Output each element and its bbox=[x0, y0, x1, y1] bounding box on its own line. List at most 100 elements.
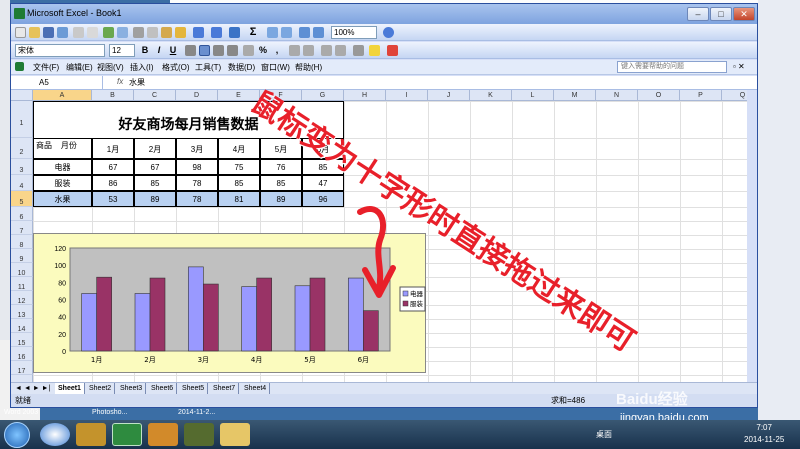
row-header[interactable]: 4 bbox=[11, 175, 33, 191]
row-header[interactable]: 11 bbox=[11, 277, 33, 291]
start-button[interactable] bbox=[4, 422, 30, 448]
column-header[interactable]: M bbox=[554, 90, 596, 101]
sheet-tab[interactable]: Sheet3 bbox=[117, 383, 147, 394]
data-cell[interactable]: 78 bbox=[176, 175, 218, 191]
column-header[interactable]: Q bbox=[722, 90, 747, 101]
menu-data[interactable]: 数据(D) bbox=[228, 62, 255, 73]
font-color-icon[interactable] bbox=[387, 45, 398, 56]
row-header[interactable]: 18 bbox=[11, 375, 33, 382]
data-cell[interactable]: 85 bbox=[260, 175, 302, 191]
game-app-icon[interactable] bbox=[76, 423, 106, 446]
column-header[interactable]: P bbox=[680, 90, 722, 101]
zoom-select[interactable]: 100% bbox=[331, 26, 377, 39]
format-painter-icon[interactable] bbox=[175, 27, 186, 38]
tab-nav-first[interactable]: ◄ ◄ ► ►| bbox=[15, 383, 50, 394]
decrease-decimal-icon[interactable] bbox=[303, 45, 314, 56]
photoshop-taskbar-icon[interactable] bbox=[184, 423, 214, 446]
sogou-app-icon[interactable] bbox=[40, 423, 70, 446]
align-right-icon[interactable] bbox=[213, 45, 224, 56]
row-header[interactable]: 5 bbox=[11, 191, 33, 207]
data-cell[interactable]: 96 bbox=[302, 191, 344, 207]
new-icon[interactable] bbox=[15, 27, 26, 38]
row-header[interactable]: 2 bbox=[11, 138, 33, 159]
column-header[interactable]: J bbox=[428, 90, 470, 101]
bold-button[interactable]: B bbox=[139, 44, 151, 57]
sheet-tab[interactable]: Sheet4 bbox=[241, 383, 271, 394]
row-header[interactable]: 7 bbox=[11, 221, 33, 235]
copy-icon[interactable] bbox=[147, 27, 158, 38]
chart-wizard-icon[interactable] bbox=[299, 27, 310, 38]
drawing-icon[interactable] bbox=[313, 27, 324, 38]
underline-button[interactable]: U bbox=[167, 44, 179, 57]
restore-button[interactable]: □ bbox=[710, 7, 732, 21]
close-button[interactable]: ✕ bbox=[733, 7, 755, 21]
sheet-tab[interactable]: Sheet5 bbox=[179, 383, 209, 394]
row-header[interactable]: 17 bbox=[11, 361, 33, 375]
row-header[interactable]: 8 bbox=[11, 235, 33, 249]
sort-desc-icon[interactable] bbox=[281, 27, 292, 38]
fill-color-icon[interactable] bbox=[369, 45, 380, 56]
data-cell[interactable]: 67 bbox=[92, 159, 134, 175]
data-cell[interactable]: 85 bbox=[218, 175, 260, 191]
column-header[interactable]: N bbox=[596, 90, 638, 101]
menu-insert[interactable]: 插入(I) bbox=[130, 62, 154, 73]
minimize-button[interactable]: – bbox=[687, 7, 709, 21]
corner-header-cell[interactable]: 商品 月份 bbox=[33, 138, 92, 159]
align-left-icon[interactable] bbox=[185, 45, 196, 56]
data-cell[interactable]: 89 bbox=[260, 191, 302, 207]
comma-button[interactable]: , bbox=[271, 44, 283, 57]
data-cell[interactable]: 75 bbox=[218, 159, 260, 175]
row-header[interactable]: 12 bbox=[11, 291, 33, 305]
explorer-taskbar-icon[interactable] bbox=[220, 423, 250, 446]
spelling-icon[interactable] bbox=[103, 27, 114, 38]
row-label-cell[interactable]: 服装 bbox=[33, 175, 92, 191]
data-cell[interactable]: 89 bbox=[134, 191, 176, 207]
clock[interactable]: 7:07 2014-11-25 bbox=[744, 422, 784, 446]
desktop-label[interactable]: 桌面 bbox=[596, 429, 612, 440]
month-header-cell[interactable]: 4月 bbox=[218, 138, 260, 159]
menu-window[interactable]: 窗口(W) bbox=[261, 62, 290, 73]
research-icon[interactable] bbox=[117, 27, 128, 38]
data-cell[interactable]: 53 bbox=[92, 191, 134, 207]
menu-view[interactable]: 视图(V) bbox=[97, 62, 124, 73]
save-icon[interactable] bbox=[43, 27, 54, 38]
column-header[interactable]: I bbox=[386, 90, 428, 101]
excel-taskbar-icon[interactable] bbox=[112, 423, 142, 446]
permission-icon[interactable] bbox=[57, 27, 68, 38]
doc-restore-button[interactable]: ▫ ✕ bbox=[733, 62, 745, 71]
menu-tools[interactable]: 工具(T) bbox=[195, 62, 221, 73]
name-box[interactable]: A5 bbox=[11, 76, 103, 89]
paste-icon[interactable] bbox=[161, 27, 172, 38]
menu-edit[interactable]: 编辑(E) bbox=[66, 62, 93, 73]
game2-app-icon[interactable] bbox=[148, 423, 178, 446]
row-header[interactable]: 3 bbox=[11, 159, 33, 175]
redo-icon[interactable] bbox=[211, 27, 222, 38]
autosum-icon[interactable]: Σ bbox=[247, 26, 259, 39]
help-icon[interactable] bbox=[383, 27, 394, 38]
data-cell[interactable]: 85 bbox=[134, 175, 176, 191]
month-header-cell[interactable]: 2月 bbox=[134, 138, 176, 159]
sheet-tab[interactable]: Sheet6 bbox=[148, 383, 178, 394]
row-header[interactable]: 13 bbox=[11, 305, 33, 319]
column-header[interactable]: A bbox=[33, 90, 92, 101]
row-header[interactable]: 16 bbox=[11, 347, 33, 361]
merge-center-icon[interactable] bbox=[227, 45, 238, 56]
row-header[interactable]: 15 bbox=[11, 333, 33, 347]
column-header[interactable]: L bbox=[512, 90, 554, 101]
data-cell[interactable]: 76 bbox=[260, 159, 302, 175]
title-bar[interactable]: Microsoft Excel - Book1 – □ ✕ bbox=[11, 4, 757, 24]
column-header[interactable]: B bbox=[92, 90, 134, 101]
column-header[interactable]: H bbox=[344, 90, 386, 101]
print-icon[interactable] bbox=[73, 27, 84, 38]
italic-button[interactable]: I bbox=[153, 44, 165, 57]
menu-file[interactable]: 文件(F) bbox=[33, 62, 59, 73]
undo-icon[interactable] bbox=[193, 27, 204, 38]
increase-decimal-icon[interactable] bbox=[289, 45, 300, 56]
column-header[interactable]: D bbox=[176, 90, 218, 101]
data-cell[interactable]: 86 bbox=[92, 175, 134, 191]
hyperlink-icon[interactable] bbox=[229, 27, 240, 38]
row-label-cell[interactable]: 水果 bbox=[33, 191, 92, 207]
column-header[interactable]: G bbox=[302, 90, 344, 101]
align-center-icon[interactable] bbox=[199, 45, 210, 56]
formula-content[interactable]: 水果 bbox=[129, 77, 145, 88]
